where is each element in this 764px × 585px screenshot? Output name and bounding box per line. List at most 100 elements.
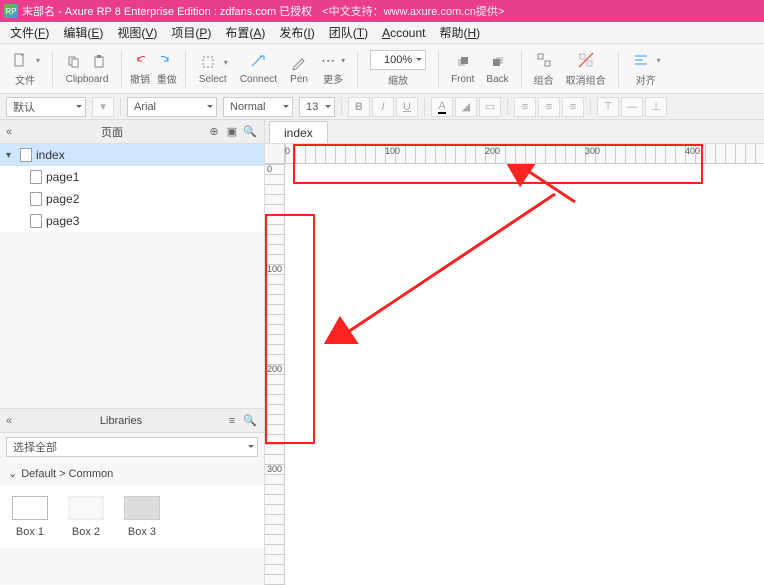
menu-project[interactable]: 项目(P) [165,22,217,43]
file-dropdown-icon[interactable]: ▾ [36,56,40,65]
page-child-3[interactable]: page3 [0,210,264,232]
menu-help[interactable]: 帮助(H) [433,22,486,43]
libs-menu-icon[interactable]: ≡ [224,413,240,429]
redo-icon[interactable] [154,51,174,71]
horizontal-ruler[interactable]: 0 100 200 300 400 [285,144,764,164]
library-select-combo[interactable]: 选择全部 [6,437,258,457]
select-icon [198,52,218,72]
menu-view[interactable]: 视图(V) [111,22,163,43]
text-color-button[interactable]: A [431,97,453,117]
canvas-tab-index[interactable]: index [269,121,328,143]
menu-file[interactable]: 文件(F) [4,22,55,43]
search-pages-icon[interactable]: 🔍 [242,124,258,140]
style-paint-icon[interactable]: ▾ [92,97,114,117]
fill-color-button[interactable]: ◢ [455,97,477,117]
more-dropdown-icon[interactable]: ▾ [341,56,345,65]
undo-icon[interactable] [132,51,152,71]
valign-top-button[interactable]: ⊤ [597,97,619,117]
menu-edit[interactable]: 编辑(E) [57,22,109,43]
page-icon [30,214,42,228]
box2-preview-icon [68,496,104,520]
zoom-group: 100% 缩放 [366,50,430,87]
shape-label: Box 1 [16,526,44,538]
valign-middle-button[interactable]: — [621,97,643,117]
more-tools[interactable]: ⋯▾ 更多 [317,52,349,86]
front-label: Front [451,74,474,85]
box1-preview-icon [12,496,48,520]
align-button[interactable]: ▾ 对齐 [627,50,665,87]
page-label: page3 [46,214,79,228]
chevron-down-icon: ⌄ [8,467,17,480]
group-button[interactable]: 组合 [530,50,558,87]
main-toolbar: ▾ 文件 Clipboard 撤销 重做 ▾ Select Connect Pe… [0,44,764,94]
select-dropdown-icon[interactable]: ▾ [224,58,228,67]
page-icon [30,192,42,206]
shape-label: Box 2 [72,526,100,538]
connect-tool[interactable]: Connect [236,52,281,85]
canvas-tabstrip: index [265,120,764,144]
ruler-tick: 100 [267,264,282,274]
shapes-grid: Box 1 Box 2 Box 3 [0,486,264,548]
design-canvas[interactable] [285,164,764,585]
valign-bottom-button[interactable]: ⊥ [645,97,667,117]
ungroup-button[interactable]: 取消组合 [562,50,610,87]
underline-button[interactable]: U [396,97,418,117]
italic-button[interactable]: I [372,97,394,117]
page-root[interactable]: ▾ index [0,144,264,166]
shape-box1[interactable]: Box 1 [12,496,48,538]
pages-tree: ▾ index page1 page2 page3 [0,144,264,232]
window-title-hint: <中文支持：www.axure.com.cn提供> [322,3,504,19]
page-child-1[interactable]: page1 [0,166,264,188]
align-left-button[interactable]: ≡ [514,97,536,117]
back-button[interactable]: Back [482,52,512,85]
pen-icon [289,52,309,72]
border-color-button[interactable]: ▭ [479,97,501,117]
shape-box3[interactable]: Box 3 [124,496,160,538]
group-label: 组合 [534,72,554,87]
font-size-combo[interactable]: 13 [299,97,335,117]
file-label: 文件 [15,72,35,87]
style-preset-combo[interactable]: 默认 [6,97,86,117]
back-label: Back [486,74,508,85]
shape-box2[interactable]: Box 2 [68,496,104,538]
library-group-header[interactable]: ⌄ Default > Common [0,461,264,486]
app-logo-icon: RP [4,4,18,18]
connect-icon [248,52,268,72]
select-label: Select [199,74,227,85]
box3-preview-icon [124,496,160,520]
pages-collapse-icon[interactable]: « [6,126,20,138]
font-style-combo[interactable]: Normal [223,97,293,117]
align-right-button[interactable]: ≡ [562,97,584,117]
font-family-combo[interactable]: Arial [127,97,217,117]
search-libs-icon[interactable]: 🔍 [242,413,258,429]
add-folder-icon[interactable]: ▣ [224,124,240,140]
left-panel: « 页面 ⊕ ▣ 🔍 ▾ index page1 page2 page3 [0,120,265,585]
menu-account[interactable]: Account [376,24,431,42]
zoom-combo[interactable]: 100% [370,50,426,70]
page-label: page1 [46,170,79,184]
menu-team[interactable]: 团队(T) [323,22,374,43]
align-dropdown-icon[interactable]: ▾ [657,56,661,65]
align-label: 对齐 [636,72,656,87]
format-toolbar: 默认 ▾ Arial Normal 13 B I U A ◢ ▭ ≡ ≡ ≡ ⊤… [0,94,764,120]
canvas-viewport[interactable]: 0 100 200 300 400 0 100 200 300 [265,144,764,585]
file-group: ▾ 文件 [6,50,44,87]
front-button[interactable]: Front [447,52,478,85]
vertical-ruler[interactable]: 0 100 200 300 [265,164,285,585]
menu-publish[interactable]: 发布(I) [273,22,320,43]
add-page-icon[interactable]: ⊕ [206,124,222,140]
paste-icon[interactable] [89,52,109,72]
page-child-2[interactable]: page2 [0,188,264,210]
libs-collapse-icon[interactable]: « [6,415,20,427]
libraries-panel-header: « Libraries ≡ 🔍 [0,409,264,433]
align-center-button[interactable]: ≡ [538,97,560,117]
menu-arrange[interactable]: 布置(A) [219,22,271,43]
pen-tool[interactable]: Pen [285,52,313,85]
bold-button[interactable]: B [348,97,370,117]
select-tool[interactable]: ▾ Select [194,52,232,85]
page-root-label: index [36,148,65,162]
clipboard-group: Clipboard [61,52,113,85]
copy-icon[interactable] [65,52,85,72]
new-file-icon[interactable] [10,50,30,70]
expand-icon[interactable]: ▾ [6,150,16,161]
